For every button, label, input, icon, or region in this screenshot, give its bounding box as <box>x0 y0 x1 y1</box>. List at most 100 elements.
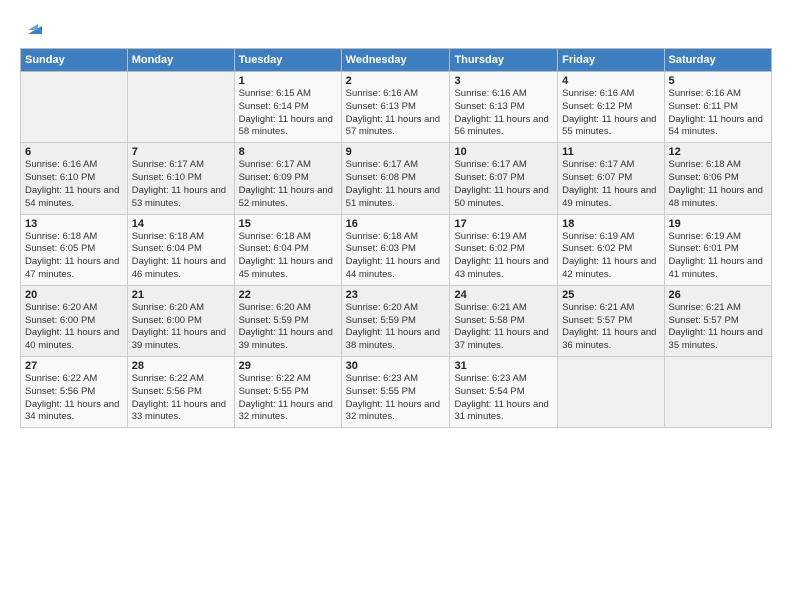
day-info: Sunrise: 6:16 AMSunset: 6:12 PMDaylight:… <box>562 88 659 139</box>
day-info: Sunrise: 6:22 AMSunset: 5:56 PMDaylight:… <box>132 373 230 424</box>
day-number: 25 <box>562 289 659 301</box>
header <box>20 16 772 38</box>
day-info: Sunrise: 6:17 AMSunset: 6:07 PMDaylight:… <box>562 159 659 210</box>
calendar-cell: 20Sunrise: 6:20 AMSunset: 6:00 PMDayligh… <box>21 285 128 356</box>
day-number: 10 <box>454 146 553 158</box>
week-row-1: 6Sunrise: 6:16 AMSunset: 6:10 PMDaylight… <box>21 143 772 214</box>
day-number: 4 <box>562 75 659 87</box>
day-info: Sunrise: 6:17 AMSunset: 6:10 PMDaylight:… <box>132 159 230 210</box>
weekday-header-sunday: Sunday <box>21 49 128 72</box>
weekday-header-row: SundayMondayTuesdayWednesdayThursdayFrid… <box>21 49 772 72</box>
calendar-cell: 31Sunrise: 6:23 AMSunset: 5:54 PMDayligh… <box>450 357 558 428</box>
weekday-header-saturday: Saturday <box>664 49 771 72</box>
day-info: Sunrise: 6:21 AMSunset: 5:58 PMDaylight:… <box>454 302 553 353</box>
day-number: 9 <box>346 146 446 158</box>
day-number: 5 <box>669 75 767 87</box>
day-number: 6 <box>25 146 123 158</box>
day-number: 15 <box>239 218 337 230</box>
day-info: Sunrise: 6:20 AMSunset: 5:59 PMDaylight:… <box>346 302 446 353</box>
calendar-cell: 18Sunrise: 6:19 AMSunset: 6:02 PMDayligh… <box>558 214 664 285</box>
day-number: 20 <box>25 289 123 301</box>
week-row-0: 1Sunrise: 6:15 AMSunset: 6:14 PMDaylight… <box>21 72 772 143</box>
day-number: 19 <box>669 218 767 230</box>
day-info: Sunrise: 6:22 AMSunset: 5:55 PMDaylight:… <box>239 373 337 424</box>
day-info: Sunrise: 6:17 AMSunset: 6:09 PMDaylight:… <box>239 159 337 210</box>
day-info: Sunrise: 6:18 AMSunset: 6:04 PMDaylight:… <box>132 231 230 282</box>
calendar-cell: 1Sunrise: 6:15 AMSunset: 6:14 PMDaylight… <box>234 72 341 143</box>
calendar-cell: 2Sunrise: 6:16 AMSunset: 6:13 PMDaylight… <box>341 72 450 143</box>
day-info: Sunrise: 6:20 AMSunset: 6:00 PMDaylight:… <box>25 302 123 353</box>
day-info: Sunrise: 6:16 AMSunset: 6:10 PMDaylight:… <box>25 159 123 210</box>
calendar-cell: 28Sunrise: 6:22 AMSunset: 5:56 PMDayligh… <box>127 357 234 428</box>
calendar-cell: 14Sunrise: 6:18 AMSunset: 6:04 PMDayligh… <box>127 214 234 285</box>
calendar-cell: 3Sunrise: 6:16 AMSunset: 6:13 PMDaylight… <box>450 72 558 143</box>
weekday-header-tuesday: Tuesday <box>234 49 341 72</box>
calendar-cell: 15Sunrise: 6:18 AMSunset: 6:04 PMDayligh… <box>234 214 341 285</box>
calendar: SundayMondayTuesdayWednesdayThursdayFrid… <box>20 48 772 428</box>
day-info: Sunrise: 6:23 AMSunset: 5:54 PMDaylight:… <box>454 373 553 424</box>
day-info: Sunrise: 6:18 AMSunset: 6:04 PMDaylight:… <box>239 231 337 282</box>
day-number: 24 <box>454 289 553 301</box>
day-number: 17 <box>454 218 553 230</box>
day-number: 13 <box>25 218 123 230</box>
day-number: 18 <box>562 218 659 230</box>
day-info: Sunrise: 6:19 AMSunset: 6:01 PMDaylight:… <box>669 231 767 282</box>
day-info: Sunrise: 6:20 AMSunset: 5:59 PMDaylight:… <box>239 302 337 353</box>
day-info: Sunrise: 6:17 AMSunset: 6:08 PMDaylight:… <box>346 159 446 210</box>
calendar-cell: 10Sunrise: 6:17 AMSunset: 6:07 PMDayligh… <box>450 143 558 214</box>
day-number: 12 <box>669 146 767 158</box>
weekday-header-monday: Monday <box>127 49 234 72</box>
day-number: 23 <box>346 289 446 301</box>
logo <box>20 16 46 38</box>
calendar-cell: 30Sunrise: 6:23 AMSunset: 5:55 PMDayligh… <box>341 357 450 428</box>
day-number: 16 <box>346 218 446 230</box>
calendar-cell <box>21 72 128 143</box>
calendar-cell <box>558 357 664 428</box>
calendar-cell: 11Sunrise: 6:17 AMSunset: 6:07 PMDayligh… <box>558 143 664 214</box>
day-info: Sunrise: 6:16 AMSunset: 6:13 PMDaylight:… <box>346 88 446 139</box>
calendar-cell: 26Sunrise: 6:21 AMSunset: 5:57 PMDayligh… <box>664 285 771 356</box>
calendar-cell: 9Sunrise: 6:17 AMSunset: 6:08 PMDaylight… <box>341 143 450 214</box>
day-info: Sunrise: 6:18 AMSunset: 6:06 PMDaylight:… <box>669 159 767 210</box>
day-info: Sunrise: 6:17 AMSunset: 6:07 PMDaylight:… <box>454 159 553 210</box>
week-row-4: 27Sunrise: 6:22 AMSunset: 5:56 PMDayligh… <box>21 357 772 428</box>
day-number: 29 <box>239 360 337 372</box>
day-number: 8 <box>239 146 337 158</box>
day-info: Sunrise: 6:16 AMSunset: 6:13 PMDaylight:… <box>454 88 553 139</box>
day-info: Sunrise: 6:18 AMSunset: 6:05 PMDaylight:… <box>25 231 123 282</box>
calendar-cell: 7Sunrise: 6:17 AMSunset: 6:10 PMDaylight… <box>127 143 234 214</box>
day-info: Sunrise: 6:19 AMSunset: 6:02 PMDaylight:… <box>562 231 659 282</box>
weekday-header-friday: Friday <box>558 49 664 72</box>
day-number: 22 <box>239 289 337 301</box>
calendar-cell: 19Sunrise: 6:19 AMSunset: 6:01 PMDayligh… <box>664 214 771 285</box>
logo-icon <box>24 16 46 38</box>
calendar-cell: 6Sunrise: 6:16 AMSunset: 6:10 PMDaylight… <box>21 143 128 214</box>
calendar-cell: 13Sunrise: 6:18 AMSunset: 6:05 PMDayligh… <box>21 214 128 285</box>
day-info: Sunrise: 6:18 AMSunset: 6:03 PMDaylight:… <box>346 231 446 282</box>
calendar-cell: 29Sunrise: 6:22 AMSunset: 5:55 PMDayligh… <box>234 357 341 428</box>
calendar-cell: 21Sunrise: 6:20 AMSunset: 6:00 PMDayligh… <box>127 285 234 356</box>
day-number: 30 <box>346 360 446 372</box>
calendar-cell: 5Sunrise: 6:16 AMSunset: 6:11 PMDaylight… <box>664 72 771 143</box>
page: SundayMondayTuesdayWednesdayThursdayFrid… <box>0 0 792 612</box>
day-info: Sunrise: 6:23 AMSunset: 5:55 PMDaylight:… <box>346 373 446 424</box>
day-number: 27 <box>25 360 123 372</box>
weekday-header-wednesday: Wednesday <box>341 49 450 72</box>
day-number: 28 <box>132 360 230 372</box>
calendar-cell: 16Sunrise: 6:18 AMSunset: 6:03 PMDayligh… <box>341 214 450 285</box>
calendar-cell: 22Sunrise: 6:20 AMSunset: 5:59 PMDayligh… <box>234 285 341 356</box>
calendar-cell: 24Sunrise: 6:21 AMSunset: 5:58 PMDayligh… <box>450 285 558 356</box>
day-number: 7 <box>132 146 230 158</box>
day-info: Sunrise: 6:22 AMSunset: 5:56 PMDaylight:… <box>25 373 123 424</box>
day-number: 31 <box>454 360 553 372</box>
day-number: 21 <box>132 289 230 301</box>
day-number: 1 <box>239 75 337 87</box>
day-number: 14 <box>132 218 230 230</box>
calendar-cell: 23Sunrise: 6:20 AMSunset: 5:59 PMDayligh… <box>341 285 450 356</box>
day-info: Sunrise: 6:21 AMSunset: 5:57 PMDaylight:… <box>669 302 767 353</box>
day-number: 26 <box>669 289 767 301</box>
calendar-cell: 12Sunrise: 6:18 AMSunset: 6:06 PMDayligh… <box>664 143 771 214</box>
day-number: 3 <box>454 75 553 87</box>
day-info: Sunrise: 6:16 AMSunset: 6:11 PMDaylight:… <box>669 88 767 139</box>
day-info: Sunrise: 6:21 AMSunset: 5:57 PMDaylight:… <box>562 302 659 353</box>
